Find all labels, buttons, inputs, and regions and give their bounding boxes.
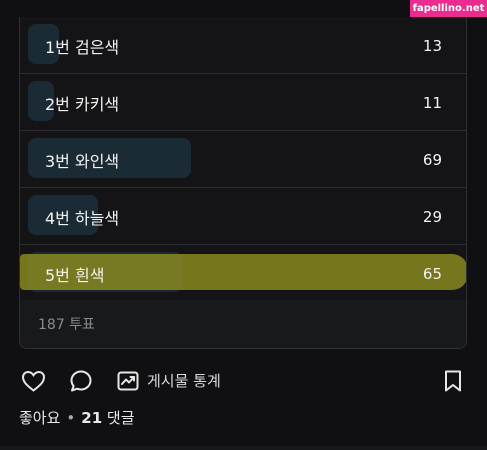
poll: 1번 검은색 13 2번 카키색 11 3번 와인색 69 4번 하늘색 29 … <box>19 17 467 349</box>
action-bar: 게시물 통계 <box>0 361 487 397</box>
post-page: fapellino.net 1번 검은색 13 2번 카키색 11 3번 와인색… <box>0 0 487 450</box>
poll-option-label: 1번 검은색 <box>45 37 120 57</box>
comment-count[interactable]: 21 <box>81 409 102 427</box>
poll-option-count: 11 <box>422 93 442 112</box>
watermark: fapellino.net <box>410 0 487 17</box>
poll-option-4[interactable]: 4번 하늘색 29 <box>20 188 466 245</box>
comment-label[interactable]: 댓글 <box>107 409 135 427</box>
poll-option-label: 2번 카키색 <box>45 94 120 114</box>
poll-option-count: 69 <box>422 150 442 169</box>
like-label[interactable]: 좋아요 <box>19 409 60 427</box>
poll-option-5[interactable]: 5번 흰색 65 <box>20 245 466 302</box>
poll-option-count: 65 <box>422 264 442 283</box>
post-stats-label[interactable]: 게시물 통계 <box>147 370 221 391</box>
poll-total-votes: 187 투표 <box>38 317 95 333</box>
comment-icon[interactable] <box>68 369 94 393</box>
bookmark-icon[interactable] <box>440 369 466 393</box>
poll-option-1[interactable]: 1번 검은색 13 <box>20 17 466 74</box>
poll-option-count: 13 <box>422 36 442 55</box>
poll-option-2[interactable]: 2번 카키색 11 <box>20 74 466 131</box>
poll-footer: 187 투표 <box>20 300 466 348</box>
poll-option-count: 29 <box>422 207 442 226</box>
post-meta: 좋아요 • 21 댓글 <box>19 407 135 428</box>
poll-option-3[interactable]: 3번 와인색 69 <box>20 131 466 188</box>
heart-icon[interactable] <box>20 369 46 393</box>
poll-option-label: 5번 흰색 <box>45 265 105 285</box>
stats-icon[interactable] <box>115 369 141 393</box>
poll-option-label: 4번 하늘색 <box>45 208 120 228</box>
separator-dot: • <box>66 409 76 427</box>
poll-option-label: 3번 와인색 <box>45 151 120 171</box>
divider <box>0 446 487 450</box>
